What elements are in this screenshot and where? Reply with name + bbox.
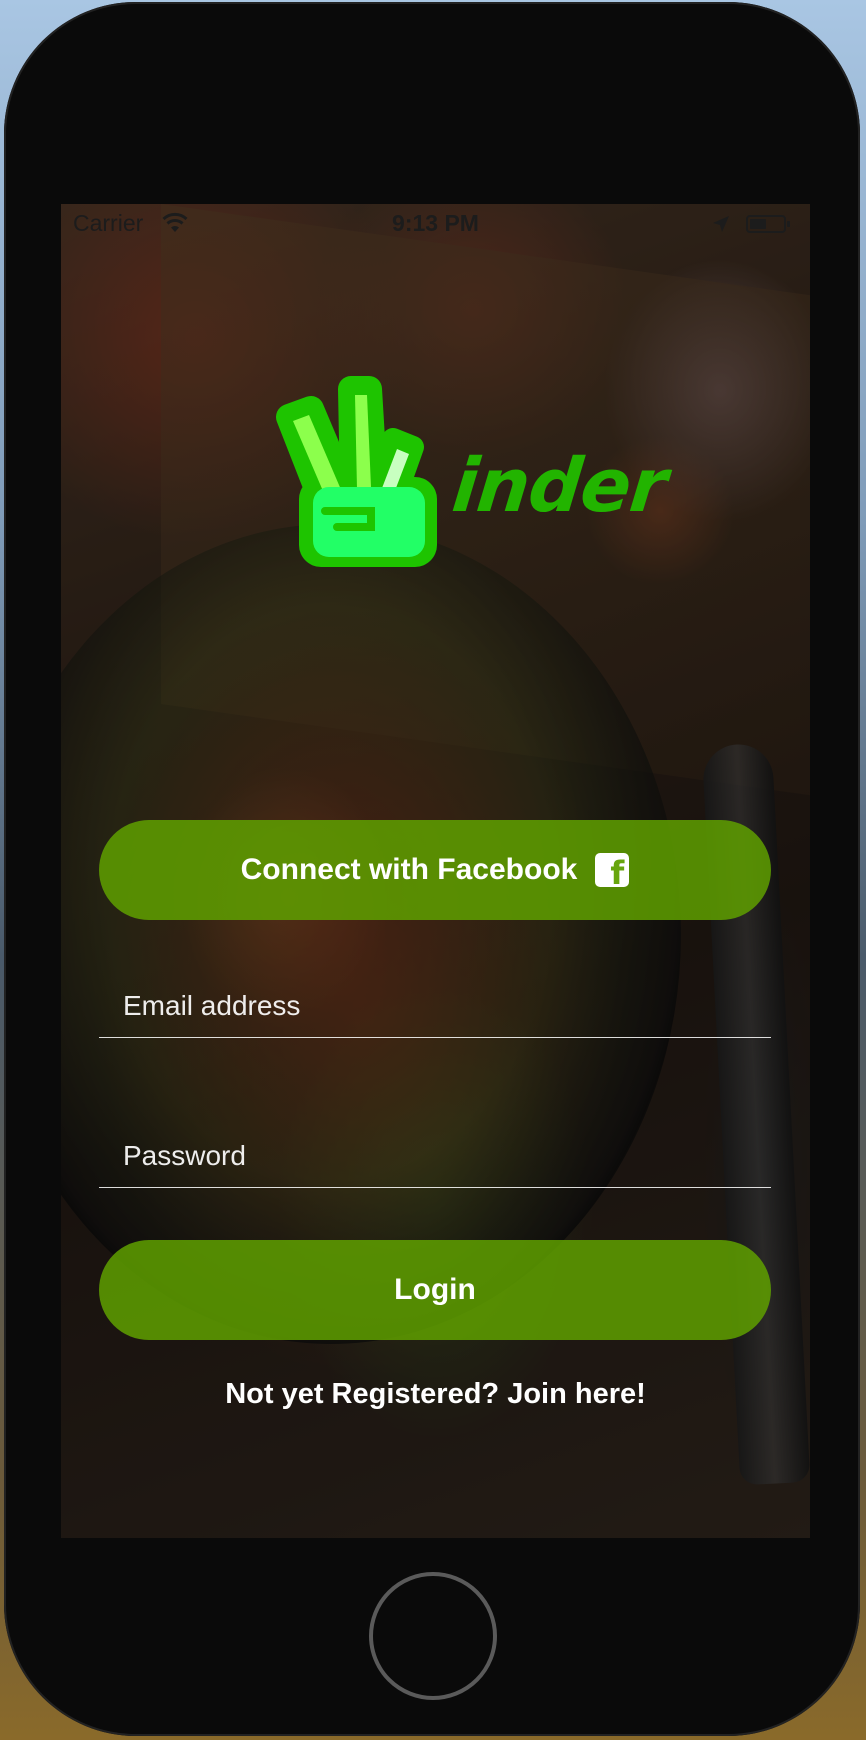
login-label: Login — [394, 1273, 476, 1306]
password-input[interactable] — [121, 1139, 745, 1173]
clock: 9:13 PM — [392, 210, 479, 236]
status-bar: Carrier 9:13 PM — [61, 204, 810, 244]
home-button[interactable] — [369, 1572, 497, 1700]
peace-hand-icon — [276, 376, 437, 567]
connect-facebook-button[interactable]: Connect with Facebook f — [99, 820, 771, 920]
logo-wordmark: inder — [448, 443, 671, 529]
app-screen: Carrier 9:13 PM inder Connect with Faceb… — [61, 204, 810, 1538]
connect-facebook-label: Connect with Facebook — [240, 853, 578, 886]
phone-frame: Carrier 9:13 PM inder Connect with Faceb… — [4, 2, 860, 1736]
login-button[interactable]: Login — [99, 1240, 771, 1340]
facebook-icon: f — [595, 853, 630, 889]
password-field[interactable] — [99, 1118, 771, 1188]
battery-icon — [746, 215, 790, 233]
location-arrow-icon — [713, 216, 729, 232]
email-input[interactable] — [121, 989, 745, 1023]
app-logo: inder — [241, 359, 681, 589]
email-field[interactable] — [99, 968, 771, 1038]
register-link[interactable]: Not yet Registered? Join here! — [61, 1378, 810, 1411]
